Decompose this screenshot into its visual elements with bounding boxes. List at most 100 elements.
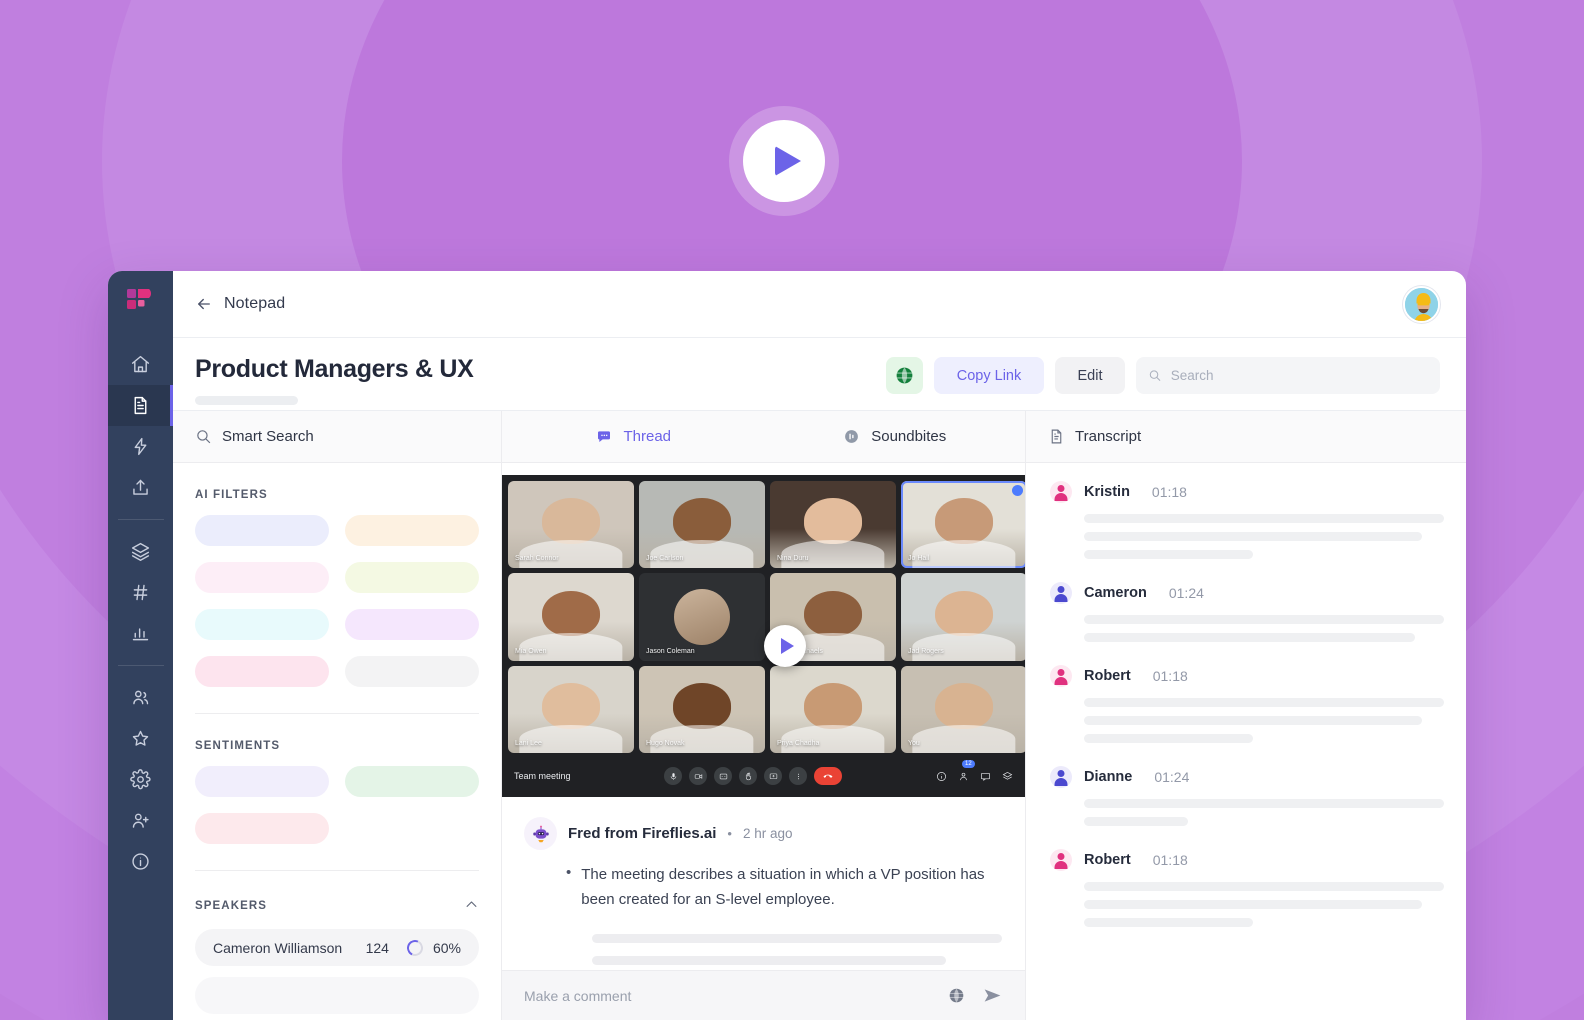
tab-soundbites[interactable]: Soundbites	[764, 411, 1026, 462]
video-tile[interactable]: Nina Duru	[770, 481, 896, 569]
back-arrow-icon[interactable]	[195, 295, 213, 313]
captions-icon[interactable]	[714, 767, 733, 785]
video-tile[interactable]: Jason Coleman	[639, 573, 765, 661]
participant-name: Lani Lee	[515, 740, 542, 747]
speaker-name: Kristin	[1084, 484, 1130, 500]
chevron-up-icon[interactable]	[464, 897, 479, 915]
speaker-count: 124	[365, 939, 389, 956]
timestamp: 01:24	[1154, 769, 1190, 785]
video-tile[interactable]: Joe Carlson	[639, 481, 765, 569]
sentiment-pill[interactable]	[195, 813, 329, 844]
ai-filter-pill[interactable]	[195, 515, 329, 546]
raise-hand-icon[interactable]	[739, 767, 758, 785]
activities-icon[interactable]	[1002, 771, 1013, 782]
sidebar-item-help[interactable]	[108, 841, 173, 882]
ai-filter-pill[interactable]	[345, 609, 479, 640]
video-tile[interactable]: Priya Chadha	[770, 665, 896, 753]
tab-thread[interactable]: Thread	[502, 411, 764, 462]
video-tile[interactable]: Sarah Connor	[508, 481, 634, 569]
transcript-entry[interactable]: Kristin 01:18	[1050, 481, 1444, 559]
transcript-line	[1084, 615, 1444, 624]
sentiments-grid	[195, 766, 479, 844]
comment-header: Fred from Fireflies.ai • 2 hr ago	[524, 817, 1003, 850]
more-icon[interactable]	[789, 767, 808, 785]
hero-play-button[interactable]	[743, 120, 825, 202]
chat-icon[interactable]	[980, 771, 991, 782]
sidebar-item-automation[interactable]	[108, 426, 173, 467]
speaker-row[interactable]: Cameron Williamson 124 60%	[195, 929, 479, 966]
video-play-button[interactable]	[764, 625, 806, 667]
mic-icon[interactable]	[664, 767, 683, 785]
search-icon	[197, 430, 211, 444]
participant-name: You	[908, 740, 920, 747]
ai-filter-pill[interactable]	[345, 515, 479, 546]
video-controls-bar: Team meeting 12	[502, 755, 1025, 797]
comment-globe-button[interactable]	[947, 986, 966, 1005]
sidebar-item-analytics[interactable]	[108, 613, 173, 654]
ai-filter-pill[interactable]	[345, 656, 479, 687]
speaker-avatar	[1050, 665, 1072, 687]
rail-group-tertiary	[108, 677, 173, 882]
transcript-text-placeholder	[1084, 615, 1444, 642]
transcript-entry[interactable]: Robert 01:18	[1050, 665, 1444, 743]
speaker-row[interactable]	[195, 977, 479, 1014]
fireflies-bot-icon	[524, 817, 557, 850]
end-call-icon[interactable]	[814, 767, 843, 785]
transcript-entry[interactable]: Robert 01:18	[1050, 849, 1444, 927]
video-tile[interactable]: You	[901, 665, 1025, 753]
video-tile[interactable]: Jo Hall	[901, 481, 1025, 569]
speaker-avatar	[1050, 849, 1072, 871]
video-tile[interactable]: Lani Lee	[508, 665, 634, 753]
comment-input[interactable]	[524, 987, 931, 1004]
rail-divider-2	[117, 665, 164, 666]
sidebar-item-topics[interactable]	[108, 572, 173, 613]
thread-comment: Fred from Fireflies.ai • 2 hr ago • The …	[502, 797, 1025, 970]
timestamp: 01:24	[1168, 585, 1204, 601]
ai-filter-pill[interactable]	[195, 562, 329, 593]
fireflies-logo[interactable]	[124, 282, 158, 316]
sidebar-item-teammates[interactable]	[108, 677, 173, 718]
smart-search-header: Smart Search	[173, 411, 501, 463]
sidebar-item-upload[interactable]	[108, 467, 173, 508]
transcript-line	[1084, 514, 1444, 523]
ai-filter-pill[interactable]	[195, 609, 329, 640]
video-player[interactable]: Sarah Connor Joe Carlson Nina Duru Jo Hall M…	[502, 475, 1025, 797]
video-tile[interactable]: Mia Owen	[508, 573, 634, 661]
video-tile[interactable]: Hugo Novak	[639, 665, 765, 753]
transcript-list: Kristin 01:18 Cameron 01:24 Robert 01:18 Diann…	[1026, 463, 1466, 1020]
sidebar-item-favorites[interactable]	[108, 718, 173, 759]
people-icon-wrap[interactable]: 12	[958, 759, 975, 782]
avatar[interactable]	[1403, 285, 1440, 323]
center-body: Sarah Connor Joe Carlson Nina Duru Jo Hall M…	[502, 463, 1025, 1020]
copy-link-button[interactable]: Copy Link	[934, 357, 1044, 394]
share-globe-button[interactable]	[886, 357, 923, 394]
video-tile[interactable]: Jad Rogers	[901, 573, 1025, 661]
page-title: Product Managers & UX	[195, 355, 474, 383]
transcript-entry[interactable]: Dianne 01:24	[1050, 766, 1444, 826]
play-icon	[780, 638, 794, 654]
sidebar-item-home[interactable]	[108, 344, 173, 385]
sentiment-pill[interactable]	[195, 766, 329, 797]
comment-placeholder-line	[592, 934, 1002, 943]
edit-button[interactable]: Edit	[1055, 357, 1125, 394]
participant-name: Jo Hall	[908, 555, 930, 563]
transcript-label: Transcript	[1075, 428, 1142, 445]
search-box[interactable]	[1136, 357, 1440, 394]
participant-name: Joe Carlson	[646, 555, 684, 563]
ai-filter-pill[interactable]	[195, 656, 329, 687]
sidebar-item-settings[interactable]	[108, 759, 173, 800]
comment-author: Fred from Fireflies.ai	[568, 825, 717, 842]
present-icon[interactable]	[764, 767, 783, 785]
send-button[interactable]	[982, 985, 1003, 1006]
camera-icon[interactable]	[689, 767, 708, 785]
ai-filter-pill[interactable]	[345, 562, 479, 593]
sidebar-item-invite[interactable]	[108, 800, 173, 841]
search-input[interactable]	[1170, 368, 1428, 383]
sentiment-pill[interactable]	[345, 766, 479, 797]
info-icon[interactable]	[936, 771, 947, 782]
sidebar-item-notepad[interactable]	[108, 385, 173, 426]
sidebar-item-channels[interactable]	[108, 531, 173, 572]
speakers-header: SPEAKERS	[195, 897, 479, 915]
transcript-entry[interactable]: Cameron 01:24	[1050, 582, 1444, 642]
transcript-entry-header: Robert 01:18	[1050, 665, 1444, 687]
